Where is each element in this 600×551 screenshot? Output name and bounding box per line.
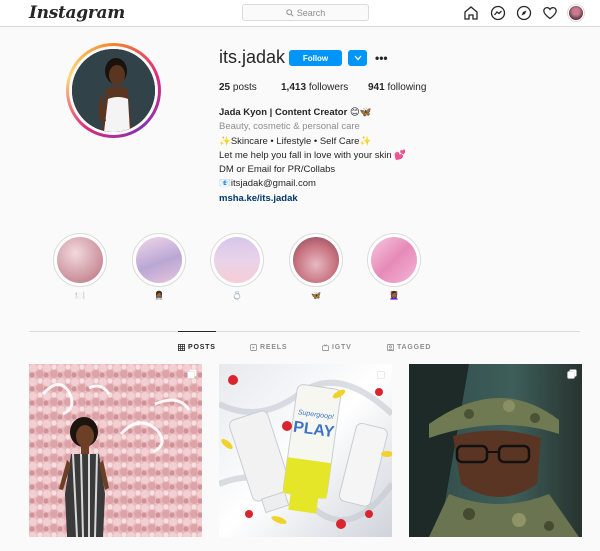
tab-igtv[interactable]: IGTV	[322, 344, 352, 351]
tabs-divider	[29, 331, 580, 332]
tab-reels[interactable]: REELS	[250, 344, 287, 351]
suggested-dropdown-button[interactable]	[348, 50, 367, 66]
highlight-label: 💍	[232, 291, 242, 300]
profile-avatar-icon[interactable]	[568, 5, 584, 21]
highlight-label: 🍽️	[75, 291, 85, 300]
highlight-label: 💆🏾‍♀️	[389, 291, 399, 300]
profile-bio: Jada Kyon | Content Creator 😊🦋 Beauty, c…	[219, 106, 539, 206]
bio-full-name: Jada Kyon | Content Creator 😊🦋	[219, 107, 372, 118]
post-image: Supergoop! PLAY	[219, 364, 392, 537]
chevron-down-icon	[354, 55, 361, 61]
igtv-icon	[322, 344, 329, 351]
carousel-icon	[377, 369, 387, 379]
highlight-cover	[371, 237, 417, 283]
story-highlight[interactable]: 🦋	[289, 233, 343, 300]
home-icon[interactable]	[463, 5, 479, 21]
profile-username: its.jadak	[219, 47, 286, 67]
bio-line-2: Let me help you fall in love with your s…	[219, 149, 407, 161]
follow-button[interactable]: Follow	[289, 50, 342, 66]
followers-stat[interactable]: 1,413 followers	[281, 82, 348, 93]
story-highlight[interactable]: 💍	[210, 233, 264, 300]
search-input[interactable]: Search	[242, 4, 369, 21]
highlight-cover	[214, 237, 260, 283]
highlight-cover	[136, 237, 182, 283]
explore-icon[interactable]	[516, 5, 532, 21]
grid-icon	[178, 344, 185, 351]
top-nav: Instagram Search	[0, 0, 600, 27]
tab-posts[interactable]: POSTS	[178, 344, 216, 351]
post-image	[29, 364, 202, 537]
story-highlight[interactable]: 👩🏾‍⚕️	[132, 233, 186, 300]
highlight-label: 🦋	[311, 291, 321, 300]
reels-icon	[250, 344, 257, 351]
active-tab-indicator	[178, 331, 216, 332]
profile-photo	[72, 49, 155, 132]
highlight-label: 👩🏾‍⚕️	[154, 291, 164, 300]
activity-heart-icon[interactable]	[542, 5, 558, 21]
carousel-icon	[187, 369, 197, 379]
story-highlight[interactable]: 💆🏾‍♀️	[367, 233, 421, 300]
carousel-icon	[567, 369, 577, 379]
post-thumbnail[interactable]	[409, 364, 582, 537]
profile-avatar[interactable]	[66, 43, 161, 138]
messenger-icon[interactable]	[490, 5, 506, 21]
bio-email: 📧itsjadak@gmail.com	[219, 178, 316, 190]
search-placeholder: Search	[296, 7, 326, 18]
bio-line-3: DM or Email for PR/Collabs	[219, 164, 336, 176]
bio-category: Beauty, cosmetic & personal care	[219, 121, 360, 133]
tagged-icon	[387, 344, 394, 351]
highlight-cover	[293, 237, 339, 283]
post-thumbnail[interactable]	[29, 364, 202, 537]
instagram-logo[interactable]: Instagram	[29, 3, 125, 23]
following-stat[interactable]: 941 following	[368, 82, 426, 93]
highlight-cover	[57, 237, 103, 283]
tab-tagged[interactable]: TAGGED	[387, 344, 431, 351]
post-image	[409, 364, 582, 537]
bio-link[interactable]: msha.ke/its.jadak	[219, 192, 539, 206]
story-highlight[interactable]: 🍽️	[53, 233, 107, 300]
more-options-button[interactable]: •••	[375, 51, 388, 65]
posts-stat: 25 posts	[219, 82, 257, 93]
search-icon	[286, 8, 294, 17]
post-thumbnail[interactable]: Supergoop! PLAY	[219, 364, 392, 537]
bio-line-1: ✨Skincare • Lifestyle • Self Care✨	[219, 135, 372, 147]
